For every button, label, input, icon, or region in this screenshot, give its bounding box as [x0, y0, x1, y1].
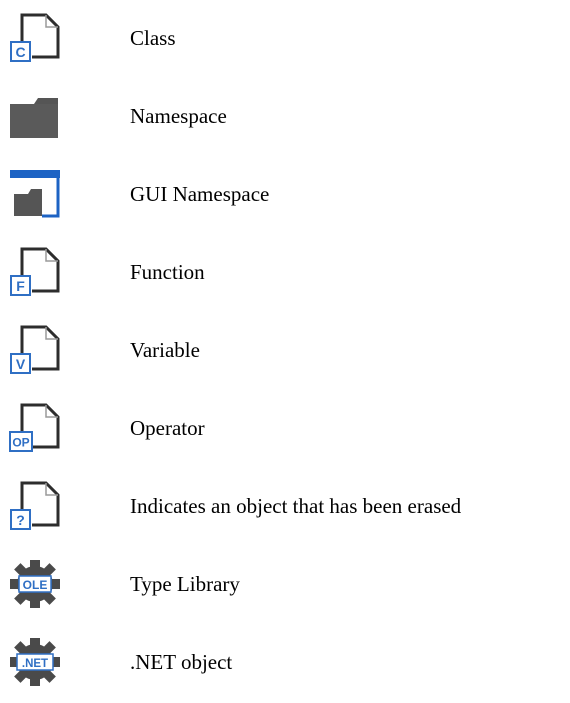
legend-label-type-library: Type Library: [130, 572, 240, 596]
legend-row-namespace: Namespace: [0, 86, 570, 146]
operator-icon: OP: [8, 402, 62, 454]
legend-label-function: Function: [130, 260, 205, 284]
legend-row-erased-object: ? Indicates an object that has been eras…: [0, 476, 570, 536]
legend-label-class: Class: [130, 26, 176, 50]
legend-label-gui-namespace: GUI Namespace: [130, 182, 270, 206]
icon-legend: C Class Namespace GUI Namespace F Functi…: [0, 0, 570, 703]
legend-row-type-library: OLE Type Library: [0, 554, 570, 614]
legend-row-class: C Class: [0, 8, 570, 68]
legend-label-dotnet-object: .NET object: [130, 650, 233, 674]
variable-icon: V: [8, 324, 62, 376]
function-icon: F: [8, 246, 62, 298]
dotnet-object-icon: .NET: [8, 636, 62, 688]
variable-badge: V: [16, 356, 26, 372]
erased-object-icon: ?: [8, 480, 62, 532]
legend-row-operator: OP Operator: [0, 398, 570, 458]
function-badge: F: [16, 278, 25, 294]
operator-badge: OP: [12, 436, 29, 450]
type-library-badge: OLE: [23, 578, 48, 592]
legend-row-function: F Function: [0, 242, 570, 302]
legend-label-namespace: Namespace: [130, 104, 227, 128]
legend-row-variable: V Variable: [0, 320, 570, 380]
legend-label-erased-object: Indicates an object that has been erased: [130, 494, 462, 518]
class-icon: C: [8, 12, 62, 64]
legend-label-variable: Variable: [130, 338, 200, 362]
erased-badge: ?: [16, 512, 25, 528]
gui-namespace-icon: [8, 168, 62, 220]
legend-row-dotnet-object: .NET .NET object: [0, 632, 570, 692]
namespace-icon: [8, 90, 62, 142]
legend-row-gui-namespace: GUI Namespace: [0, 164, 570, 224]
dotnet-badge: .NET: [22, 658, 48, 670]
type-library-icon: OLE: [8, 558, 62, 610]
legend-label-operator: Operator: [130, 416, 205, 440]
class-badge: C: [15, 44, 25, 60]
